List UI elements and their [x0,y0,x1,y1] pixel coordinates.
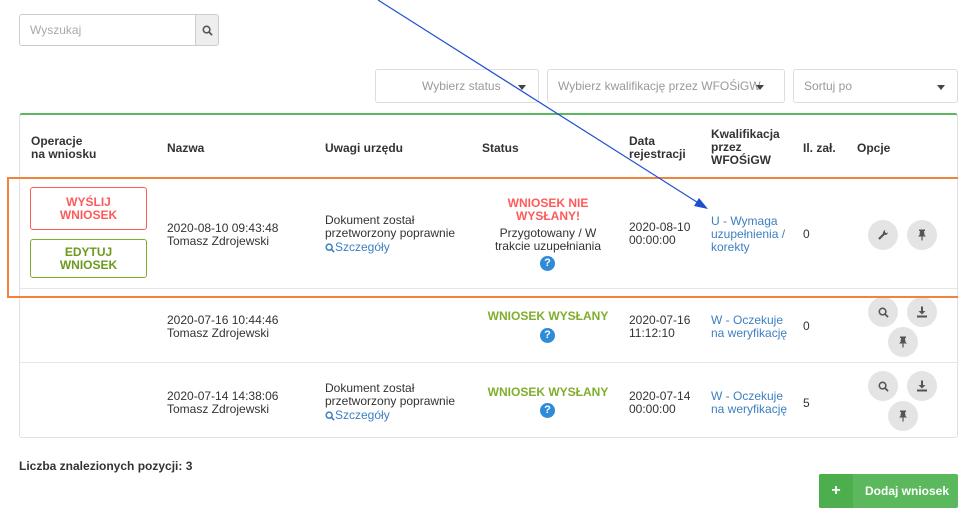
chevron-down-icon [937,85,945,90]
chevron-down-icon [518,85,526,90]
pin-icon [899,336,907,348]
header-operations: Operacje na wniosku [31,134,97,161]
header-status: Status [482,141,519,155]
attachments-count: 0 [803,319,810,333]
header-options: Opcje [857,141,891,155]
help-icon[interactable]: ? [540,403,555,418]
qualification-link[interactable]: W - Oczekuje na weryfikację [711,390,787,416]
row-name-user: Tomasz Zdrojewski [167,326,270,340]
download-icon [917,380,927,392]
highlight-frame [7,177,958,298]
add-application-button[interactable]: + Dodaj wniosek [819,474,958,508]
registration-date: 2020-07-14 00:00:00 [629,389,691,416]
status-select-label: Wybierz status [422,79,501,93]
status-label: WNIOSEK WYSŁANY [487,385,609,399]
help-icon-glyph: ? [540,403,555,418]
details-link-label: Szczegóły [335,408,390,422]
pin-icon [899,410,907,422]
sort-select-label: Sortuj po [804,79,853,93]
search-icon [202,25,213,36]
pin-button[interactable] [888,327,918,357]
details-link[interactable]: Szczegóły [325,409,390,422]
download-button[interactable] [907,297,937,327]
preview-button[interactable] [868,297,898,327]
results-count: Liczba znalezionych pozycji: 3 [19,459,193,473]
qualification-select[interactable]: Wybierz kwalifikację przez WFOŚiGW [547,69,785,103]
header-reg-date: Data rejestracji [629,134,686,161]
header-remarks: Uwagi urzędu [325,141,404,155]
search-button[interactable] [195,14,219,46]
download-icon [917,306,927,318]
download-button[interactable] [907,371,937,401]
search-icon [878,381,889,392]
preview-button[interactable] [868,371,898,401]
add-application-label: Dodaj wniosek [865,484,950,498]
search-icon [325,410,335,421]
help-icon-glyph: ? [540,328,555,343]
search-icon [878,307,889,318]
attachments-count: 5 [803,396,810,410]
status-select[interactable]: Wybierz status [375,69,539,103]
plus-icon: + [819,474,853,508]
header-attachments: Il. zał. [803,141,836,155]
search-input[interactable] [19,14,195,46]
row-remark: Dokument został przetworzony poprawnie [325,381,456,408]
search-box [19,14,219,46]
header-qualification: Kwalifikacja przez WFOŚiGW [711,127,780,167]
header-name: Nazwa [167,141,205,155]
sort-select[interactable]: Sortuj po [793,69,958,103]
status-label: WNIOSEK WYSŁANY [487,309,609,323]
pin-button[interactable] [888,401,918,431]
registration-date: 2020-07-16 11:12:10 [629,313,691,340]
help-icon[interactable]: ? [540,328,555,343]
chevron-down-icon [756,85,764,90]
qualification-select-label: Wybierz kwalifikację przez WFOŚiGW [558,79,761,93]
qualification-link[interactable]: W - Oczekuje na weryfikację [711,314,787,340]
row-divider [20,362,957,363]
row-name-user: Tomasz Zdrojewski [167,402,270,416]
